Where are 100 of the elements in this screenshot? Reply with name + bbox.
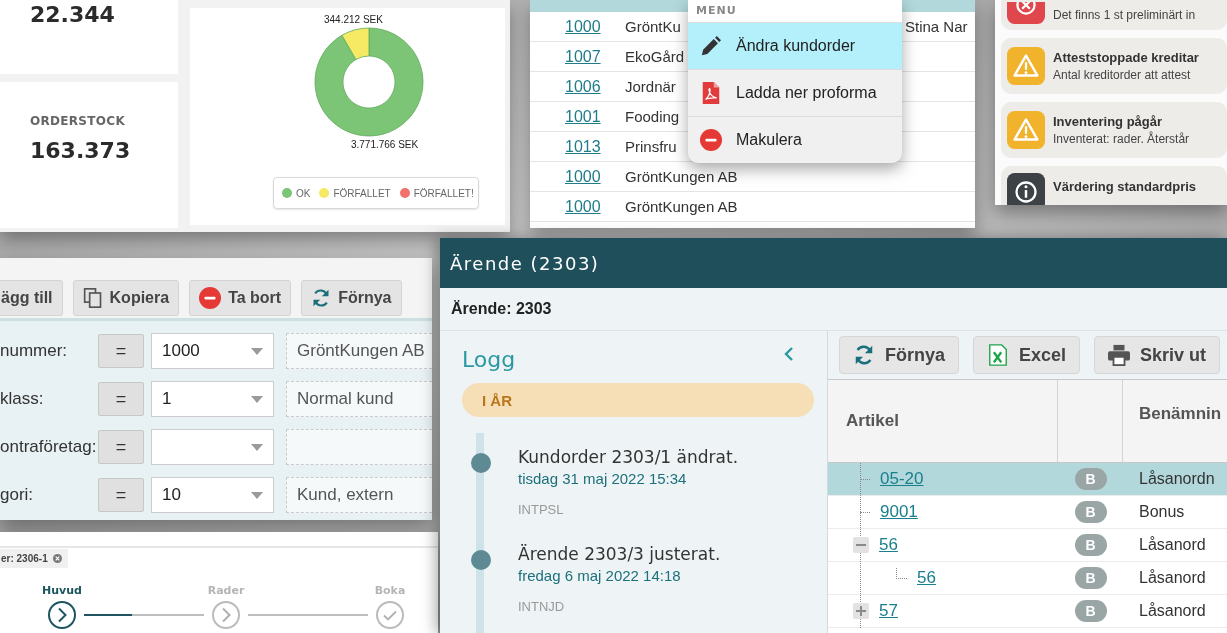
caret-down-icon xyxy=(251,491,263,499)
notification-card[interactable]: Atteststoppade kreditar Antal kreditorder att attest xyxy=(1001,38,1227,94)
kpi-label: ORDERSTOCK xyxy=(30,114,126,128)
article-name: Bonus xyxy=(1139,503,1185,521)
chevron-left-icon[interactable] xyxy=(783,345,795,363)
slice-value-label: 3.771.766 SEK xyxy=(350,138,419,150)
article-name: Låsanord xyxy=(1139,536,1206,554)
order-number-link[interactable]: 1007 xyxy=(565,47,601,65)
notification-title: Inventering pågår xyxy=(1053,114,1164,129)
chevron-circle-icon[interactable] xyxy=(48,601,76,629)
menu-item[interactable]: Ändra kundorder xyxy=(688,22,902,69)
window-title: Ärende (2303) xyxy=(450,252,600,274)
order-number-link[interactable]: 1000 xyxy=(565,197,601,215)
description-field[interactable]: GröntKungen AB xyxy=(286,333,432,369)
type-badge: B xyxy=(1074,501,1107,523)
toolbar-button[interactable]: Förnya xyxy=(301,280,402,316)
legend-label: FÖRFALLET xyxy=(333,187,391,199)
type-badge: B xyxy=(1074,600,1107,622)
tree-line xyxy=(896,567,907,579)
legend-label: OK xyxy=(296,187,311,199)
article-name: Låsanordn xyxy=(1139,470,1215,488)
customer-name: EkoGård xyxy=(625,47,685,65)
customer-name: GröntKungen AB xyxy=(625,197,738,215)
value-dropdown[interactable]: 1 xyxy=(151,381,274,417)
collapse-icon[interactable] xyxy=(853,537,869,553)
case-heading: Ärende: 2303 xyxy=(451,300,552,318)
close-icon[interactable] xyxy=(52,554,62,563)
order-number-link[interactable]: 1000 xyxy=(565,167,601,185)
table-row[interactable]: 9001 B Bonus xyxy=(828,496,1227,529)
customer-name: GröntKungen AB xyxy=(625,167,738,185)
kpi-value: 22.344 xyxy=(30,2,116,27)
customer-name: Prinsfru xyxy=(625,137,677,155)
operator-button[interactable]: = xyxy=(98,478,144,512)
order-number-link[interactable]: 1013 xyxy=(565,137,601,155)
toolbar-button[interactable]: Ta bort xyxy=(189,280,292,316)
customer-name: GröntKu xyxy=(625,17,681,35)
toolbar-button[interactable]: Skriv ut xyxy=(1094,336,1221,374)
order-number-link[interactable]: 1006 xyxy=(565,77,601,95)
field-label: gori: xyxy=(0,485,35,505)
toolbar-button[interactable]: Kopiera xyxy=(72,280,180,316)
type-badge: B xyxy=(1074,567,1107,589)
log-entry-user: INTPSL xyxy=(518,502,565,517)
spreadsheet-file-icon xyxy=(987,344,1009,366)
log-entry-user: INTNJD xyxy=(518,599,566,614)
notification-card[interactable]: Inventering pågår Inventerat: rader. Återstår xyxy=(1001,102,1227,158)
notification-card[interactable]: Värdering standardpris xyxy=(1001,166,1227,205)
operator-button[interactable]: = xyxy=(98,382,144,416)
log-title: Logg xyxy=(462,346,516,372)
period-label: I ÅR xyxy=(482,391,512,409)
notification-title: Värdering standardpris xyxy=(1053,179,1197,194)
type-badge: B xyxy=(1074,534,1107,556)
legend-label: FÖRFALLET! xyxy=(413,187,474,199)
column-header[interactable]: Artikel xyxy=(846,411,899,431)
order-number-link[interactable]: 1001 xyxy=(565,107,601,125)
caret-down-icon xyxy=(251,347,263,355)
article-link[interactable]: 56 xyxy=(879,535,898,555)
timeline-dot-icon xyxy=(471,453,491,473)
description-field[interactable] xyxy=(286,429,432,465)
menu-item[interactable]: Makulera xyxy=(688,116,902,163)
value-dropdown[interactable]: 10 xyxy=(151,477,274,513)
notification-card[interactable]: Det finns 1 st preliminärt in xyxy=(1001,0,1227,30)
minus-circle-icon xyxy=(199,287,222,309)
operator-button[interactable]: = xyxy=(98,334,144,368)
notification-text: Antal kreditorder att attest xyxy=(1053,68,1192,82)
tab[interactable]: er: 2306-1 xyxy=(0,549,68,568)
info-icon xyxy=(1007,173,1045,205)
operator-button[interactable]: = xyxy=(98,430,144,464)
value-dropdown[interactable] xyxy=(151,429,274,465)
value-dropdown[interactable]: 1000 xyxy=(151,333,274,369)
notification-title: Atteststoppade kreditar xyxy=(1053,50,1199,65)
field-label: klass: xyxy=(0,389,45,409)
timeline-dot-icon xyxy=(471,550,491,570)
customer-name: Fooding xyxy=(625,107,680,125)
article-name: Låsanord xyxy=(1139,602,1206,620)
toolbar-button[interactable]: Excel xyxy=(973,336,1081,374)
step-label: Boka xyxy=(374,584,406,597)
notification-text: Inventerat: rader. Återstår xyxy=(1053,132,1190,146)
article-link[interactable]: 57 xyxy=(879,601,898,621)
article-link[interactable]: 56 xyxy=(917,568,936,588)
menu-item[interactable]: Ladda ner proforma xyxy=(688,69,902,116)
log-entry-title: Ärende 2303/3 justerat. xyxy=(518,544,722,564)
toolbar-button[interactable]: Förnya xyxy=(839,336,959,374)
column-header[interactable]: Benämnin xyxy=(1139,404,1222,424)
customer-name: Jordnär xyxy=(625,77,676,95)
toolbar-button[interactable]: ägg till xyxy=(0,280,63,316)
table-row[interactable]: 57 B Låsanord xyxy=(828,595,1227,628)
table-row[interactable]: 05-20 B Låsanordn xyxy=(828,463,1227,496)
check-circle-icon[interactable] xyxy=(376,601,404,629)
caret-down-icon xyxy=(251,443,263,451)
expand-icon[interactable] xyxy=(853,603,869,619)
pencil-icon xyxy=(700,35,722,57)
article-link[interactable]: 9001 xyxy=(880,502,918,522)
order-number-link[interactable]: 1000 xyxy=(565,17,601,35)
notification-text: Det finns 1 st preliminärt in xyxy=(1053,8,1196,22)
table-row[interactable]: 56 B Låsanord xyxy=(828,562,1227,595)
description-field[interactable]: Normal kund xyxy=(286,381,432,417)
step-label: Huvud xyxy=(42,584,82,597)
table-row[interactable]: 56 B Låsanord xyxy=(828,529,1227,562)
description-field[interactable]: Kund, extern xyxy=(286,477,432,513)
log-entry-date: fredag 6 maj 2022 14:18 xyxy=(518,567,682,584)
